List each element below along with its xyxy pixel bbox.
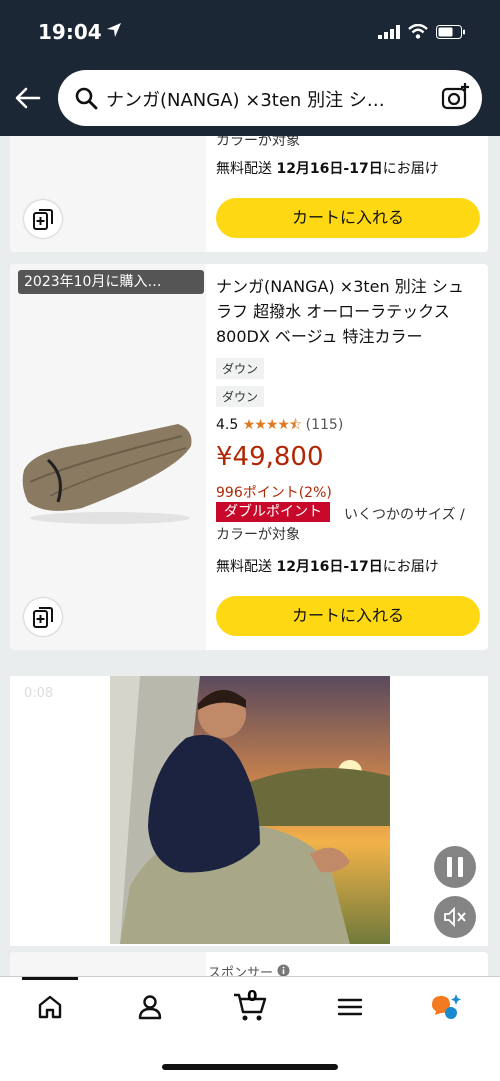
search-input[interactable]: ナンガ(NANGA) ×3ten 別注 シ… (58, 70, 482, 126)
product-title[interactable]: ナンガ(NANGA) ×3ten 別注 シュラフ 超撥水 オーローラテックス 8… (216, 274, 478, 349)
wifi-icon (408, 23, 428, 43)
search-icon (74, 86, 98, 114)
ai-assistant-icon (432, 994, 461, 1019)
rating-row[interactable]: 4.5 ★★★★⯪ (115) (216, 414, 343, 438)
material-tag: ダウン (216, 386, 265, 407)
status-time: 19:04 (38, 20, 102, 44)
delivery-prefix: 無料配送 (216, 559, 277, 575)
product-card[interactable]: 2023年10月に購入… ナンガ(NANGA) ×3ten 別注 シュラフ 超撥… (10, 264, 488, 650)
back-arrow-icon[interactable] (14, 84, 42, 116)
info-icon[interactable] (277, 964, 290, 976)
battery-icon (436, 24, 466, 43)
user-icon (138, 995, 162, 1020)
menu-icon (337, 998, 363, 1016)
delivery-date: 12月16日-17日 (276, 559, 383, 575)
star-rating-icon: ★★★★⯪ (242, 417, 302, 433)
double-points-badge: ダブルポイント (216, 502, 330, 522)
camera-icon[interactable] (440, 82, 470, 116)
sponsored-label[interactable]: スポンサー (208, 962, 290, 976)
cart-count: 0 (247, 987, 258, 1005)
tab-cart[interactable]: 0 (230, 987, 270, 1027)
speaker-muted-icon (444, 907, 466, 927)
add-to-cart-button[interactable]: カートに入れる (216, 198, 480, 238)
add-to-list-icon[interactable] (24, 598, 62, 636)
pause-button[interactable] (434, 846, 476, 888)
sponsored-text: スポンサー (208, 966, 274, 976)
points-info: 996ポイント(2%) (216, 485, 332, 501)
tab-account[interactable] (130, 987, 170, 1027)
results-list[interactable]: カラーが対象 無料配送 12月16日-17日にお届け カートに入れる 2023年… (0, 136, 500, 976)
home-icon (38, 995, 62, 1019)
product-image-area (10, 952, 206, 976)
delivery-info: 無料配送 12月16日-17日にお届け (216, 158, 439, 178)
purchase-history-badge: 2023年10月に購入… (18, 270, 204, 294)
product-image (22, 424, 192, 524)
home-indicator (162, 1064, 338, 1070)
delivery-suffix: にお届け (382, 559, 439, 575)
tab-menu[interactable] (330, 987, 370, 1027)
delivery-info: 無料配送 12月16日-17日にお届け (216, 556, 439, 576)
mute-button[interactable] (434, 896, 476, 938)
sponsored-video[interactable]: 0:08 (10, 676, 488, 946)
product-price: ¥49,800 (216, 442, 324, 472)
location-arrow-icon (106, 22, 122, 42)
delivery-suffix: にお届け (382, 161, 439, 177)
video-frame (110, 676, 390, 944)
product-card: カラーが対象 無料配送 12月16日-17日にお届け カートに入れる (10, 136, 488, 252)
search-header: ナンガ(NANGA) ×3ten 別注 シ… (0, 62, 500, 136)
variant-note: カラーが対象 (216, 527, 300, 543)
tab-home[interactable] (30, 987, 70, 1027)
add-to-cart-button[interactable]: カートに入れる (216, 596, 480, 636)
material-tag: ダウン (216, 358, 265, 379)
pause-icon (447, 857, 463, 877)
search-query: ナンガ(NANGA) ×3ten 別注 シ… (106, 90, 385, 111)
video-timestamp: 0:08 (24, 686, 54, 701)
product-image-area[interactable] (10, 264, 206, 650)
review-count: (115) (305, 417, 344, 433)
tab-rufus[interactable] (426, 987, 466, 1027)
add-to-list-icon[interactable] (24, 200, 62, 238)
signal-icon (378, 24, 400, 43)
rating-value: 4.5 (216, 417, 239, 433)
status-bar: 19:04 (0, 0, 500, 62)
variant-note: カラーが対象 (216, 136, 300, 149)
active-tab-indicator (22, 977, 78, 980)
status-indicators (378, 23, 466, 43)
delivery-prefix: 無料配送 (216, 161, 277, 177)
variant-note: いくつかのサイズ / (344, 507, 465, 523)
delivery-date: 12月16日-17日 (276, 161, 383, 177)
